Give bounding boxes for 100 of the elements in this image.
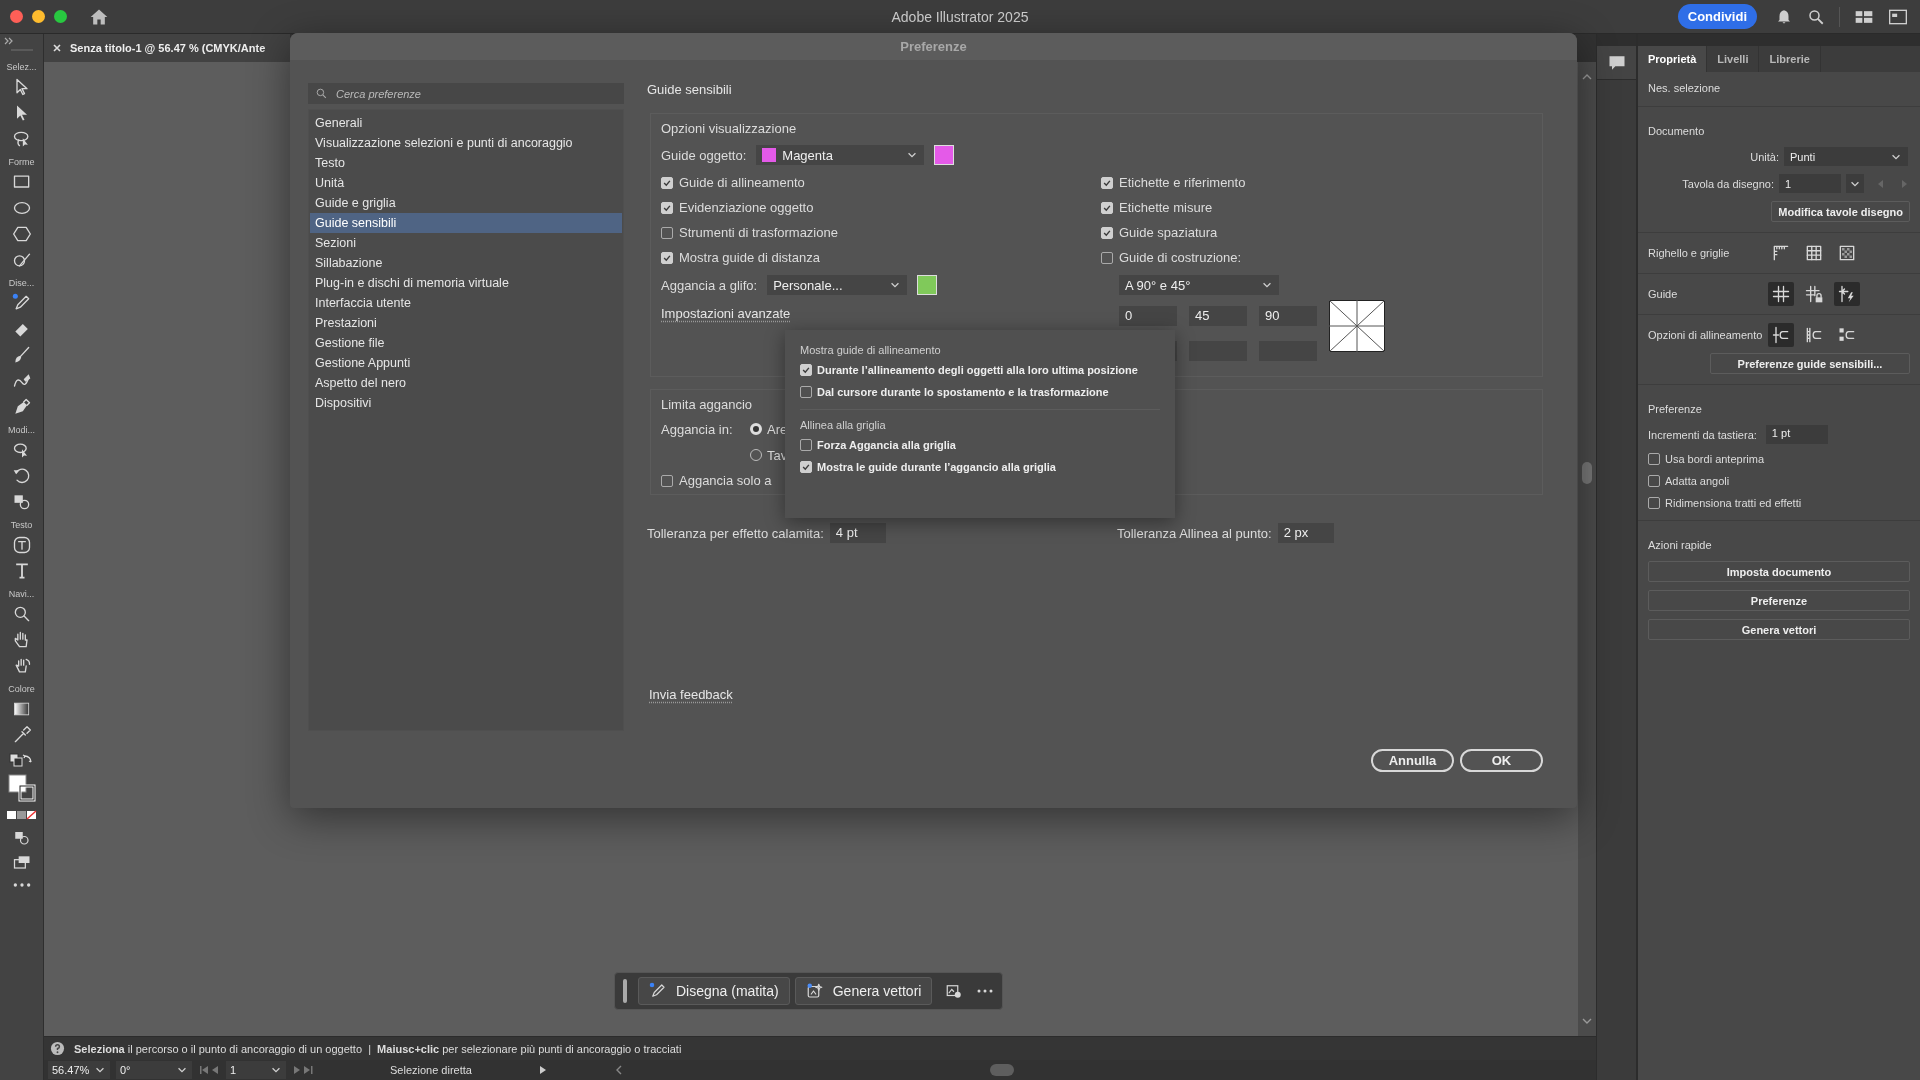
artboard-dropdown[interactable]: 1 xyxy=(1779,174,1841,193)
checkbox[interactable] xyxy=(661,176,673,189)
category-item[interactable]: Sillabazione xyxy=(310,253,622,273)
share-button[interactable]: Condividi xyxy=(1677,4,1757,29)
category-item[interactable]: Gestione file xyxy=(310,333,622,353)
panel-tab[interactable]: Livelli xyxy=(1707,46,1760,72)
comments-button[interactable] xyxy=(1597,46,1636,80)
checkbox[interactable] xyxy=(800,439,812,451)
hexagon-icon[interactable] xyxy=(11,224,32,244)
rotation-dropdown[interactable]: 0° xyxy=(116,1061,192,1079)
edit-artboards-button[interactable]: Modifica tavole disegno xyxy=(1771,201,1910,222)
dropdown-button[interactable] xyxy=(1846,174,1864,193)
angle-field[interactable]: 90 xyxy=(1259,306,1317,326)
category-item[interactable]: Guide e griglia xyxy=(310,193,622,213)
angle-field[interactable]: 0 xyxy=(1119,306,1177,326)
category-item[interactable]: Prestazioni xyxy=(310,313,622,333)
checkbox[interactable] xyxy=(800,386,812,398)
smart-guides-preferences-button[interactable]: Preferenze guide sensibili... xyxy=(1710,353,1910,374)
checkbox[interactable] xyxy=(1101,176,1113,189)
guides-button[interactable] xyxy=(1768,282,1794,306)
generate-vectors-icon[interactable] xyxy=(805,982,824,1000)
minimize-window-button[interactable] xyxy=(32,10,45,23)
close-window-button[interactable] xyxy=(10,10,23,23)
panel-tab[interactable]: Proprietà xyxy=(1638,46,1708,72)
checkbox[interactable] xyxy=(661,251,673,264)
category-item[interactable]: Dispositivi xyxy=(310,393,622,413)
area-type-icon[interactable] xyxy=(11,535,32,555)
color-swatch[interactable] xyxy=(762,148,777,162)
category-item[interactable]: Aspetto del nero xyxy=(310,373,622,393)
zoom-dropdown[interactable]: 56.47% xyxy=(48,1061,110,1079)
checkbox-label: Guide spaziatura xyxy=(1119,225,1218,240)
checkbox-label: Evidenziazione oggetto xyxy=(679,200,814,215)
checkbox[interactable] xyxy=(1648,497,1660,509)
search-icon[interactable] xyxy=(1807,7,1825,26)
value-field[interactable]: 2 px xyxy=(1277,523,1334,543)
next-artboard-icon[interactable] xyxy=(292,1064,314,1076)
taskbar-button[interactable]: Genera vettori xyxy=(794,977,933,1005)
drag-handle[interactable] xyxy=(623,979,627,1003)
radio-button[interactable] xyxy=(750,423,762,435)
rotate-icon[interactable] xyxy=(11,466,32,486)
checkbox[interactable] xyxy=(800,364,812,376)
snap-to-point-button[interactable] xyxy=(1768,323,1794,347)
color-swatch[interactable] xyxy=(917,275,938,295)
angle-field[interactable]: 45 xyxy=(1189,306,1247,326)
scrollbar-thumb[interactable] xyxy=(989,1064,1014,1076)
help-icon[interactable] xyxy=(50,1041,65,1056)
checkbox[interactable] xyxy=(1101,226,1113,239)
advanced-settings-link[interactable]: Impostazioni avanzate xyxy=(661,306,791,321)
glyph-snap-dropdown[interactable]: Personale... xyxy=(767,275,908,295)
quick-action-button[interactable]: Genera vettori xyxy=(1648,619,1910,640)
taskbar-button[interactable]: Disegna (matita) xyxy=(638,977,790,1005)
ok-button[interactable]: OK xyxy=(1460,749,1543,772)
quick-action-button[interactable]: Preferenze xyxy=(1648,590,1910,611)
shaper-icon[interactable] xyxy=(11,250,32,270)
checkbox[interactable] xyxy=(1101,251,1113,264)
quick-action-button[interactable]: Imposta documento xyxy=(1648,561,1910,582)
artboard-dropdown[interactable]: 1 xyxy=(226,1061,286,1079)
document-tab[interactable]: Senza titolo-1 @ 56.47 % (CMYK/Ante xyxy=(44,34,290,62)
color-mode-icon[interactable] xyxy=(5,809,38,821)
value-field[interactable]: 4 pt xyxy=(829,523,886,543)
angles-dropdown[interactable]: A 90° e 45° xyxy=(1119,275,1279,295)
field-label: Unità: xyxy=(1750,150,1779,163)
category-item[interactable]: Plug-in e dischi di memoria virtuale xyxy=(310,273,622,293)
keyboard-increment-field[interactable]: 1 pt xyxy=(1765,425,1828,444)
previous-artboard-icon[interactable] xyxy=(198,1064,220,1076)
units-dropdown[interactable]: Punti xyxy=(1784,147,1908,166)
panel-tab[interactable]: Librerie xyxy=(1759,46,1821,72)
smart-guides-button[interactable] xyxy=(1834,282,1860,306)
checkbox[interactable] xyxy=(1648,453,1660,465)
category-item[interactable]: Gestione Appunti xyxy=(310,353,622,373)
category-item[interactable]: Generali xyxy=(310,113,622,133)
scrollbar[interactable] xyxy=(1578,62,1596,1036)
guide-color-dropdown[interactable]: Magenta xyxy=(756,145,925,165)
checkbox[interactable] xyxy=(661,201,673,214)
category-item[interactable]: Unità xyxy=(310,173,622,193)
color-swatch[interactable] xyxy=(934,145,955,165)
scroll-down-icon[interactable] xyxy=(1581,1016,1593,1026)
category-item[interactable]: Testo xyxy=(310,153,622,173)
checkbox[interactable] xyxy=(661,474,673,487)
feedback-link[interactable]: Invia feedback xyxy=(649,687,733,702)
checkbox[interactable] xyxy=(1101,201,1113,214)
checkbox[interactable] xyxy=(661,226,673,239)
bell-icon[interactable] xyxy=(1775,7,1793,26)
pencil-icon[interactable] xyxy=(649,982,667,1000)
scrollbar-thumb[interactable] xyxy=(1582,462,1592,484)
scroll-up-icon[interactable] xyxy=(1581,72,1593,82)
shape-builder-icon[interactable] xyxy=(12,829,31,847)
play-icon[interactable] xyxy=(537,1065,548,1075)
category-item[interactable]: Guide sensibili xyxy=(310,213,622,233)
category-item[interactable]: Sezioni xyxy=(310,233,622,253)
category-item[interactable]: Visualizzazione selezioni e punti di ancoraggio xyxy=(310,133,622,153)
close-icon[interactable] xyxy=(52,43,62,53)
zoom-window-button[interactable] xyxy=(54,10,67,23)
fill-stroke-icon[interactable] xyxy=(7,774,36,802)
category-item[interactable]: Interfaccia utente xyxy=(310,293,622,313)
checkbox[interactable] xyxy=(1648,475,1660,487)
cancel-button[interactable]: Annulla xyxy=(1371,749,1454,772)
expand-icon[interactable] xyxy=(4,36,14,46)
image-settings-icon[interactable] xyxy=(945,982,964,1000)
checkbox[interactable] xyxy=(800,461,812,473)
